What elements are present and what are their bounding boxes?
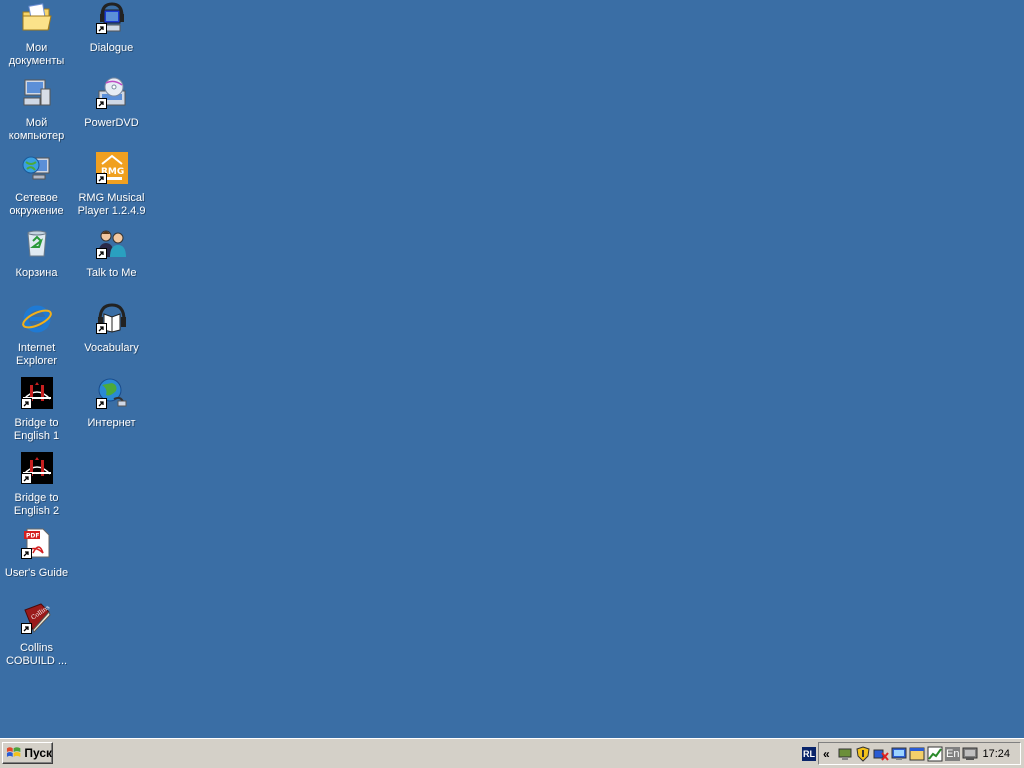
desktop-icon-network[interactable]: Сетевое окружение [0, 150, 74, 218]
desktop-icon-recycle-bin[interactable]: Корзина [0, 225, 74, 280]
system-tray: « En 17:24 [818, 742, 1021, 765]
desktop-icon-my-documents[interactable]: Мои документы [0, 0, 74, 68]
shield-tray-icon[interactable] [855, 745, 871, 762]
network-globe-icon [21, 152, 53, 184]
desktop-icon-label: Bridge to English 1 [13, 417, 60, 442]
desktop-icon-label: RMG Musical Player 1.2.4.9 [77, 192, 146, 217]
desktop-icon-vocabulary[interactable]: Vocabulary [74, 300, 149, 355]
shortcut-arrow-icon [95, 323, 107, 334]
shortcut-arrow-icon [95, 98, 107, 109]
windows-logo-icon [6, 747, 21, 757]
desktop-icon-talk-to-me[interactable]: Talk to Me [74, 225, 149, 280]
desktop-icon-label: Интернет [87, 417, 136, 429]
shortcut-arrow-icon [95, 173, 107, 184]
headphones-book-icon [95, 302, 128, 334]
disconnected-network-tray-icon[interactable] [873, 746, 889, 762]
pdf-document-icon: PDF [20, 527, 53, 559]
desktop-icon-label: Collins COBUILD ... [5, 642, 68, 667]
input-language-label[interactable]: En [945, 746, 961, 761]
computer-icon [21, 77, 53, 109]
desktop-icon-label: PowerDVD [84, 117, 139, 129]
desktop-icon-dialogue[interactable]: Dialogue [74, 0, 149, 55]
desktop-icon-users-guide[interactable]: PDF User's Guide [0, 525, 74, 580]
desktop-icon-label: Bridge to English 2 [13, 492, 60, 517]
monitor-tray-icon[interactable] [962, 746, 978, 762]
shortcut-arrow-icon [20, 623, 32, 634]
headset-monitor-icon [95, 2, 128, 34]
start-button[interactable]: Пуск [2, 742, 53, 764]
desktop-icon-label: Сетевое окружение [9, 192, 64, 217]
shortcut-arrow-icon [95, 248, 107, 259]
desktop-icon-label: Dialogue [89, 42, 134, 54]
tray-expand-button[interactable]: « [823, 747, 835, 761]
desktop-icon-rmg[interactable]: RMG RMG Musical Player 1.2.4.9 [74, 150, 149, 218]
taskbar: Пуск RL « En 17:24 [0, 738, 1024, 768]
desktop-icon-label: Internet Explorer [16, 342, 57, 367]
start-button-label: Пуск [24, 746, 52, 760]
window-tray-icon[interactable] [909, 746, 925, 762]
desktop-icon-my-computer[interactable]: Мой компьютер [0, 75, 74, 143]
desktop-icon-label: Talk to Me [86, 267, 137, 279]
shortcut-arrow-icon [20, 473, 32, 484]
folder-documents-icon [21, 2, 53, 34]
language-indicator[interactable]: RL [802, 747, 816, 761]
network-tray-icon[interactable] [837, 746, 853, 762]
book-icon: Collins [20, 602, 53, 634]
recycle-bin-icon [21, 227, 53, 259]
bridge-icon [20, 452, 53, 484]
shortcut-arrow-icon [95, 398, 107, 409]
desktop-icon-label: Мои документы [8, 42, 65, 67]
desktop-icon-collins[interactable]: Collins Collins COBUILD ... [0, 600, 74, 668]
shortcut-arrow-icon [20, 398, 32, 409]
desktop-icon-label: Корзина [15, 267, 58, 279]
desktop-icon-powerdvd[interactable]: PowerDVD [74, 75, 149, 130]
shortcut-arrow-icon [95, 23, 107, 34]
globe-connection-icon [95, 377, 128, 409]
shortcut-arrow-icon [20, 548, 32, 559]
desktop[interactable]: Мои документы Мой компьютер Сетевое окруже… [0, 0, 1024, 738]
clock[interactable]: 17:24 [982, 748, 1010, 760]
people-talking-icon [95, 227, 128, 259]
desktop-icon-internet[interactable]: Интернет [74, 375, 149, 430]
rmg-player-icon: RMG [95, 152, 128, 184]
desktop-icon-internet-explorer[interactable]: Internet Explorer [0, 300, 74, 368]
display-tray-icon[interactable] [891, 746, 907, 762]
internet-explorer-icon [21, 302, 53, 334]
svg-text:PDF: PDF [26, 533, 39, 540]
desktop-icon-bridge-1[interactable]: Bridge to English 1 [0, 375, 74, 443]
desktop-icon-bridge-2[interactable]: Bridge to English 2 [0, 450, 74, 518]
desktop-icon-label: Vocabulary [84, 342, 139, 354]
dvd-icon [95, 77, 128, 109]
chart-tray-icon[interactable] [927, 746, 943, 762]
desktop-icon-label: Мой компьютер [8, 117, 65, 142]
desktop-icon-label: User's Guide [4, 567, 69, 579]
bridge-icon [20, 377, 53, 409]
